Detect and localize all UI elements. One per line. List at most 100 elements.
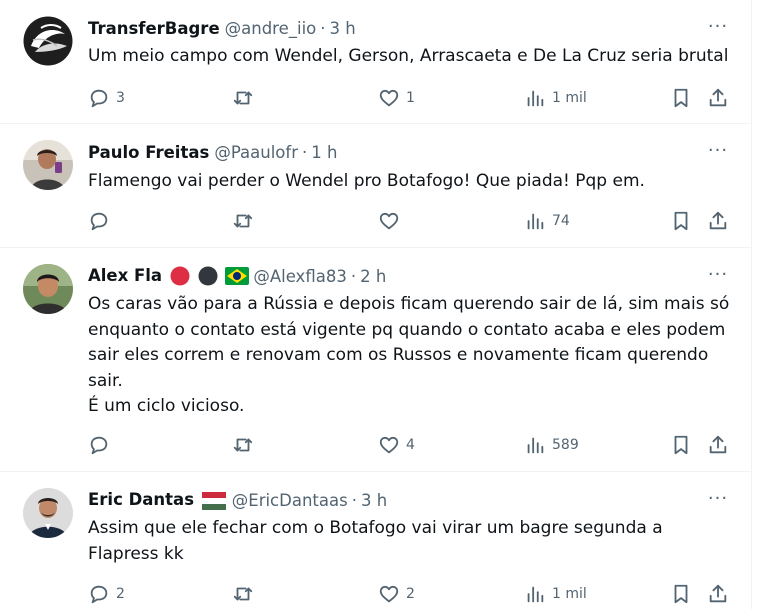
brazil-flag-icon bbox=[225, 267, 250, 286]
bookmark-icon bbox=[674, 88, 688, 108]
reply-button[interactable] bbox=[88, 209, 116, 233]
like-icon bbox=[379, 436, 399, 454]
tweet[interactable]: TransferBagre @andre_iio · 3 h ··· Um me… bbox=[0, 0, 752, 124]
red-circle-icon bbox=[170, 266, 190, 286]
tweet-text: Assim que ele fechar com o Botafogo vai … bbox=[88, 516, 738, 567]
user-handle[interactable]: @EricDantaas bbox=[232, 491, 348, 510]
tweet-header: Paulo Freitas @Paaulofr · 1 h bbox=[88, 141, 337, 163]
bookmark-button[interactable] bbox=[670, 433, 692, 457]
tweet-text: Os caras vão para a Rússia e depois fica… bbox=[88, 292, 738, 420]
display-name[interactable]: Alex Fla bbox=[88, 265, 250, 287]
share-button[interactable] bbox=[707, 209, 729, 233]
share-button[interactable] bbox=[707, 582, 729, 606]
views-button[interactable]: 1 mil bbox=[524, 86, 587, 110]
views-icon bbox=[527, 213, 544, 230]
retweet-button[interactable] bbox=[232, 86, 260, 110]
like-button[interactable]: 2 bbox=[378, 582, 415, 606]
tweet-actions: 4 589 bbox=[88, 433, 738, 457]
more-icon[interactable]: ··· bbox=[706, 18, 730, 44]
reply-button[interactable]: 3 bbox=[88, 86, 125, 110]
separator: · bbox=[350, 266, 357, 286]
tweet-text-line: enquanto o contato está vigente pq quand… bbox=[88, 319, 726, 340]
more-icon[interactable]: ··· bbox=[706, 266, 730, 292]
timestamp[interactable]: 2 h bbox=[360, 267, 386, 286]
reply-button[interactable] bbox=[88, 433, 116, 457]
views-icon bbox=[527, 437, 544, 454]
tweet-text-line: Assim que ele fechar com o Botafogo vai … bbox=[88, 518, 663, 538]
tweet-text: Flamengo vai perder o Wendel pro Botafog… bbox=[88, 169, 738, 195]
share-button[interactable] bbox=[707, 433, 729, 457]
share-icon bbox=[709, 88, 727, 107]
retweet-icon bbox=[233, 587, 253, 601]
bookmark-icon bbox=[674, 584, 688, 604]
more-icon[interactable]: ··· bbox=[706, 490, 730, 516]
retweet-button[interactable] bbox=[232, 433, 260, 457]
reply-icon bbox=[90, 436, 108, 455]
display-name[interactable]: Eric Dantas bbox=[88, 490, 226, 510]
bookmark-button[interactable] bbox=[670, 86, 692, 110]
tweet-header: TransferBagre @andre_iio · 3 h bbox=[88, 17, 356, 39]
views-icon bbox=[527, 586, 544, 603]
share-icon bbox=[709, 435, 727, 454]
more-icon[interactable]: ··· bbox=[706, 142, 730, 168]
timestamp[interactable]: 3 h bbox=[361, 491, 387, 510]
views-icon bbox=[527, 90, 544, 107]
tweet-actions: 2 2 1 mil bbox=[88, 582, 738, 606]
views-count: 74 bbox=[552, 213, 570, 229]
tweet-header: Eric Dantas @EricDantaas · 3 h bbox=[88, 489, 387, 511]
like-count: 1 bbox=[406, 90, 415, 106]
views-button[interactable]: 1 mil bbox=[524, 582, 587, 606]
user-handle[interactable]: @Alexfla83 bbox=[253, 267, 347, 286]
like-icon bbox=[379, 212, 399, 230]
tweet-header: Alex Fla @Alexfla83 · 2 h bbox=[88, 265, 386, 287]
like-button[interactable]: 4 bbox=[378, 433, 415, 457]
avatar[interactable] bbox=[23, 488, 73, 538]
display-name-text: Alex Fla bbox=[88, 265, 163, 285]
timestamp[interactable]: 3 h bbox=[330, 19, 356, 38]
share-icon bbox=[709, 584, 727, 603]
retweet-icon bbox=[233, 214, 253, 228]
timestamp[interactable]: 1 h bbox=[311, 143, 337, 162]
retweet-button[interactable] bbox=[232, 209, 260, 233]
like-button[interactable] bbox=[378, 209, 406, 233]
tweet-text-line: sair. bbox=[88, 370, 123, 391]
tweet-actions: 74 bbox=[88, 209, 738, 233]
avatar[interactable] bbox=[23, 140, 73, 190]
avatar[interactable] bbox=[23, 16, 73, 66]
tweet-text-line: Flamengo vai perder o Wendel pro Botafog… bbox=[88, 171, 645, 191]
views-button[interactable]: 589 bbox=[524, 433, 579, 457]
tweet-text-line: sair eles correm e renovam com os Russos… bbox=[88, 345, 709, 365]
bookmark-button[interactable] bbox=[670, 582, 692, 606]
tweet[interactable]: Eric Dantas @EricDantaas · 3 h ··· Assim… bbox=[0, 472, 752, 612]
user-handle[interactable]: @Paaulofr bbox=[214, 143, 298, 162]
bookmark-icon bbox=[674, 211, 688, 231]
tweet-text-line: É um ciclo vicioso. bbox=[88, 396, 245, 416]
tweet-text-line: Os caras vão para a Rússia e depois fica… bbox=[88, 294, 730, 314]
reply-count: 2 bbox=[116, 586, 125, 602]
views-count: 1 mil bbox=[552, 586, 587, 602]
bookmark-button[interactable] bbox=[670, 209, 692, 233]
reply-button[interactable]: 2 bbox=[88, 582, 125, 606]
like-count: 4 bbox=[406, 437, 415, 453]
share-button[interactable] bbox=[707, 86, 729, 110]
tweet-text: Um meio campo com Wendel, Gerson, Arrasc… bbox=[88, 44, 738, 70]
separator: · bbox=[351, 490, 357, 510]
tweet[interactable]: Paulo Freitas @Paaulofr · 1 h ··· Flamen… bbox=[0, 124, 752, 248]
like-icon bbox=[379, 585, 399, 603]
views-count: 589 bbox=[552, 437, 579, 453]
user-handle[interactable]: @andre_iio bbox=[225, 19, 317, 38]
bookmark-icon bbox=[674, 435, 688, 455]
display-name-text: Eric Dantas bbox=[88, 490, 195, 510]
retweet-icon bbox=[233, 438, 253, 452]
like-icon bbox=[379, 89, 399, 107]
share-icon bbox=[709, 211, 727, 230]
views-button[interactable]: 74 bbox=[524, 209, 570, 233]
tweet[interactable]: Alex Fla @Alexfla83 · 2 h ··· Os caras v… bbox=[0, 248, 752, 472]
like-button[interactable]: 1 bbox=[378, 86, 415, 110]
tweet-actions: 3 1 1 mil bbox=[88, 86, 738, 110]
avatar[interactable] bbox=[23, 264, 73, 314]
retweet-button[interactable] bbox=[232, 582, 260, 606]
tweet-text-line: Flapress kk bbox=[88, 543, 184, 564]
display-name[interactable]: Paulo Freitas bbox=[88, 143, 209, 162]
display-name[interactable]: TransferBagre bbox=[88, 19, 220, 38]
